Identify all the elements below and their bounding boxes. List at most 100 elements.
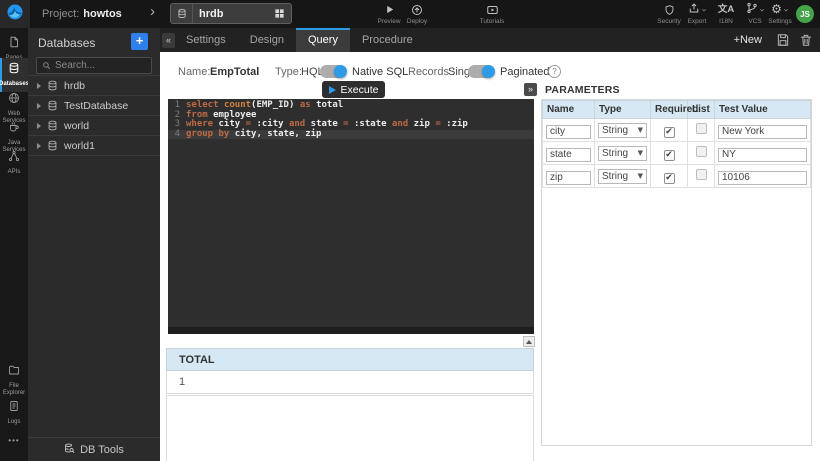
parameters-title: PARAMETERS xyxy=(545,84,620,96)
tab-query[interactable]: Query xyxy=(296,28,350,52)
shield-icon xyxy=(664,3,675,16)
database-icon xyxy=(171,4,193,23)
tutorials-button[interactable]: Tutorials xyxy=(474,3,510,25)
col-header-list: List xyxy=(688,101,715,119)
parameters-panel: Name Type Required List Test Value Strin… xyxy=(541,99,812,446)
line-number: 4 xyxy=(168,130,186,140)
tab-bar: « Settings Design Query Procedure +New xyxy=(160,28,820,52)
delete-button[interactable] xyxy=(799,33,813,47)
expand-caret-icon[interactable] xyxy=(37,143,41,149)
database-icon xyxy=(47,80,58,91)
project-breadcrumb: Project:howtos xyxy=(42,8,122,20)
collapse-results-button[interactable] xyxy=(523,336,535,347)
search-icon xyxy=(42,57,51,75)
code-line[interactable]: 4group by city, state, zip xyxy=(168,130,534,140)
new-query-button[interactable]: +New xyxy=(734,34,762,46)
parameter-row: String▼ xyxy=(543,142,811,165)
database-icon xyxy=(47,120,58,131)
db-tree-item[interactable]: world1 xyxy=(28,136,160,156)
query-editor-main: Name: EmpTotal Type: HQL Native SQL Reco… xyxy=(160,52,820,461)
required-checkbox[interactable] xyxy=(664,150,675,161)
type-toggle[interactable] xyxy=(320,65,346,78)
db-tree-item[interactable]: world xyxy=(28,116,160,136)
sidebar-item-databases[interactable]: Databases xyxy=(0,58,28,92)
left-rail: Pages Databases Web Services xyxy=(0,28,28,461)
log-file-icon xyxy=(8,399,20,417)
sidebar-item-logs[interactable]: Logs xyxy=(0,396,28,426)
translate-icon: 文A xyxy=(718,4,734,16)
export-icon xyxy=(688,1,700,19)
breadcrumb-chevron-icon: › xyxy=(150,3,155,20)
sidebar-item-more[interactable]: ••• xyxy=(0,433,28,445)
save-button[interactable] xyxy=(776,33,790,47)
db-tools-icon xyxy=(64,443,75,457)
video-icon xyxy=(486,3,499,16)
project-name: howtos xyxy=(83,8,122,20)
param-type-select[interactable]: String▼ xyxy=(598,146,647,161)
param-name-input[interactable] xyxy=(546,148,591,162)
parameters-tbody: String▼ String▼ String▼ xyxy=(543,119,811,188)
col-header-type: Type xyxy=(595,101,651,119)
tab-settings[interactable]: Settings xyxy=(174,28,238,52)
database-icon xyxy=(47,100,58,111)
editor-horizontal-scrollbar[interactable] xyxy=(168,327,534,334)
param-test-value-input[interactable] xyxy=(718,148,807,162)
deploy-icon xyxy=(411,3,423,16)
records-on-label: Paginated xyxy=(500,66,550,78)
folder-icon xyxy=(8,363,20,381)
expand-caret-icon[interactable] xyxy=(37,123,41,129)
database-search[interactable] xyxy=(36,57,152,74)
settings-button[interactable]: ⚙ Settings xyxy=(762,3,798,25)
list-checkbox[interactable] xyxy=(696,123,707,134)
expand-parameters-button[interactable]: » xyxy=(524,83,537,96)
database-selector[interactable]: hrdb xyxy=(170,3,292,24)
param-name-input[interactable] xyxy=(546,125,591,139)
expand-caret-icon[interactable] xyxy=(37,103,41,109)
expand-caret-icon[interactable] xyxy=(37,83,41,89)
db-name-label: hrdb xyxy=(64,80,85,92)
database-icon xyxy=(8,61,20,79)
execute-button[interactable]: Execute xyxy=(322,81,385,98)
user-avatar[interactable]: JS xyxy=(796,5,814,23)
app-logo[interactable] xyxy=(0,0,30,28)
wavemaker-logo-icon xyxy=(6,3,24,26)
sidebar-item-apis[interactable]: APIs xyxy=(0,146,28,176)
search-input[interactable] xyxy=(55,60,146,71)
param-name-input[interactable] xyxy=(546,171,591,185)
list-checkbox[interactable] xyxy=(696,146,707,157)
db-name-label: TestDatabase xyxy=(64,100,128,112)
records-toggle[interactable] xyxy=(468,65,494,78)
api-nodes-icon xyxy=(8,149,20,167)
help-icon[interactable]: ? xyxy=(548,65,561,78)
globe-icon xyxy=(8,91,20,109)
name-label: Name: xyxy=(178,66,210,78)
list-checkbox[interactable] xyxy=(696,169,707,180)
required-checkbox[interactable] xyxy=(664,127,675,138)
parameter-row: String▼ xyxy=(543,119,811,142)
tab-design[interactable]: Design xyxy=(238,28,296,52)
sql-editor[interactable]: 1select count(EMP_ID) as total2from empl… xyxy=(168,99,534,334)
coffee-icon xyxy=(8,120,20,138)
param-type-select[interactable]: String▼ xyxy=(598,169,647,184)
param-test-value-input[interactable] xyxy=(718,125,807,139)
panel-title: Databases xyxy=(38,36,95,50)
database-icon xyxy=(47,140,58,151)
parameter-row: String▼ xyxy=(543,165,811,188)
param-type-select[interactable]: String▼ xyxy=(598,123,647,138)
db-tools-button[interactable]: DB Tools xyxy=(28,437,160,461)
add-database-button[interactable]: + xyxy=(131,33,148,50)
trash-icon xyxy=(799,33,813,47)
sidebar-item-file-explorer[interactable]: File Explorer xyxy=(0,360,28,396)
branch-icon xyxy=(746,1,758,19)
db-tree-item[interactable]: hrdb xyxy=(28,76,160,96)
databases-panel: Databases + hrdb TestDatabase xyxy=(28,28,160,461)
deploy-button[interactable]: Deploy xyxy=(399,3,435,25)
col-header-required: Required xyxy=(651,101,688,119)
grid-switcher-icon[interactable] xyxy=(274,8,285,19)
db-tree-item[interactable]: TestDatabase xyxy=(28,96,160,116)
play-icon xyxy=(384,3,395,16)
param-test-value-input[interactable] xyxy=(718,171,807,185)
tab-procedure[interactable]: Procedure xyxy=(350,28,425,52)
query-name-value[interactable]: EmpTotal xyxy=(210,66,259,78)
required-checkbox[interactable] xyxy=(664,173,675,184)
